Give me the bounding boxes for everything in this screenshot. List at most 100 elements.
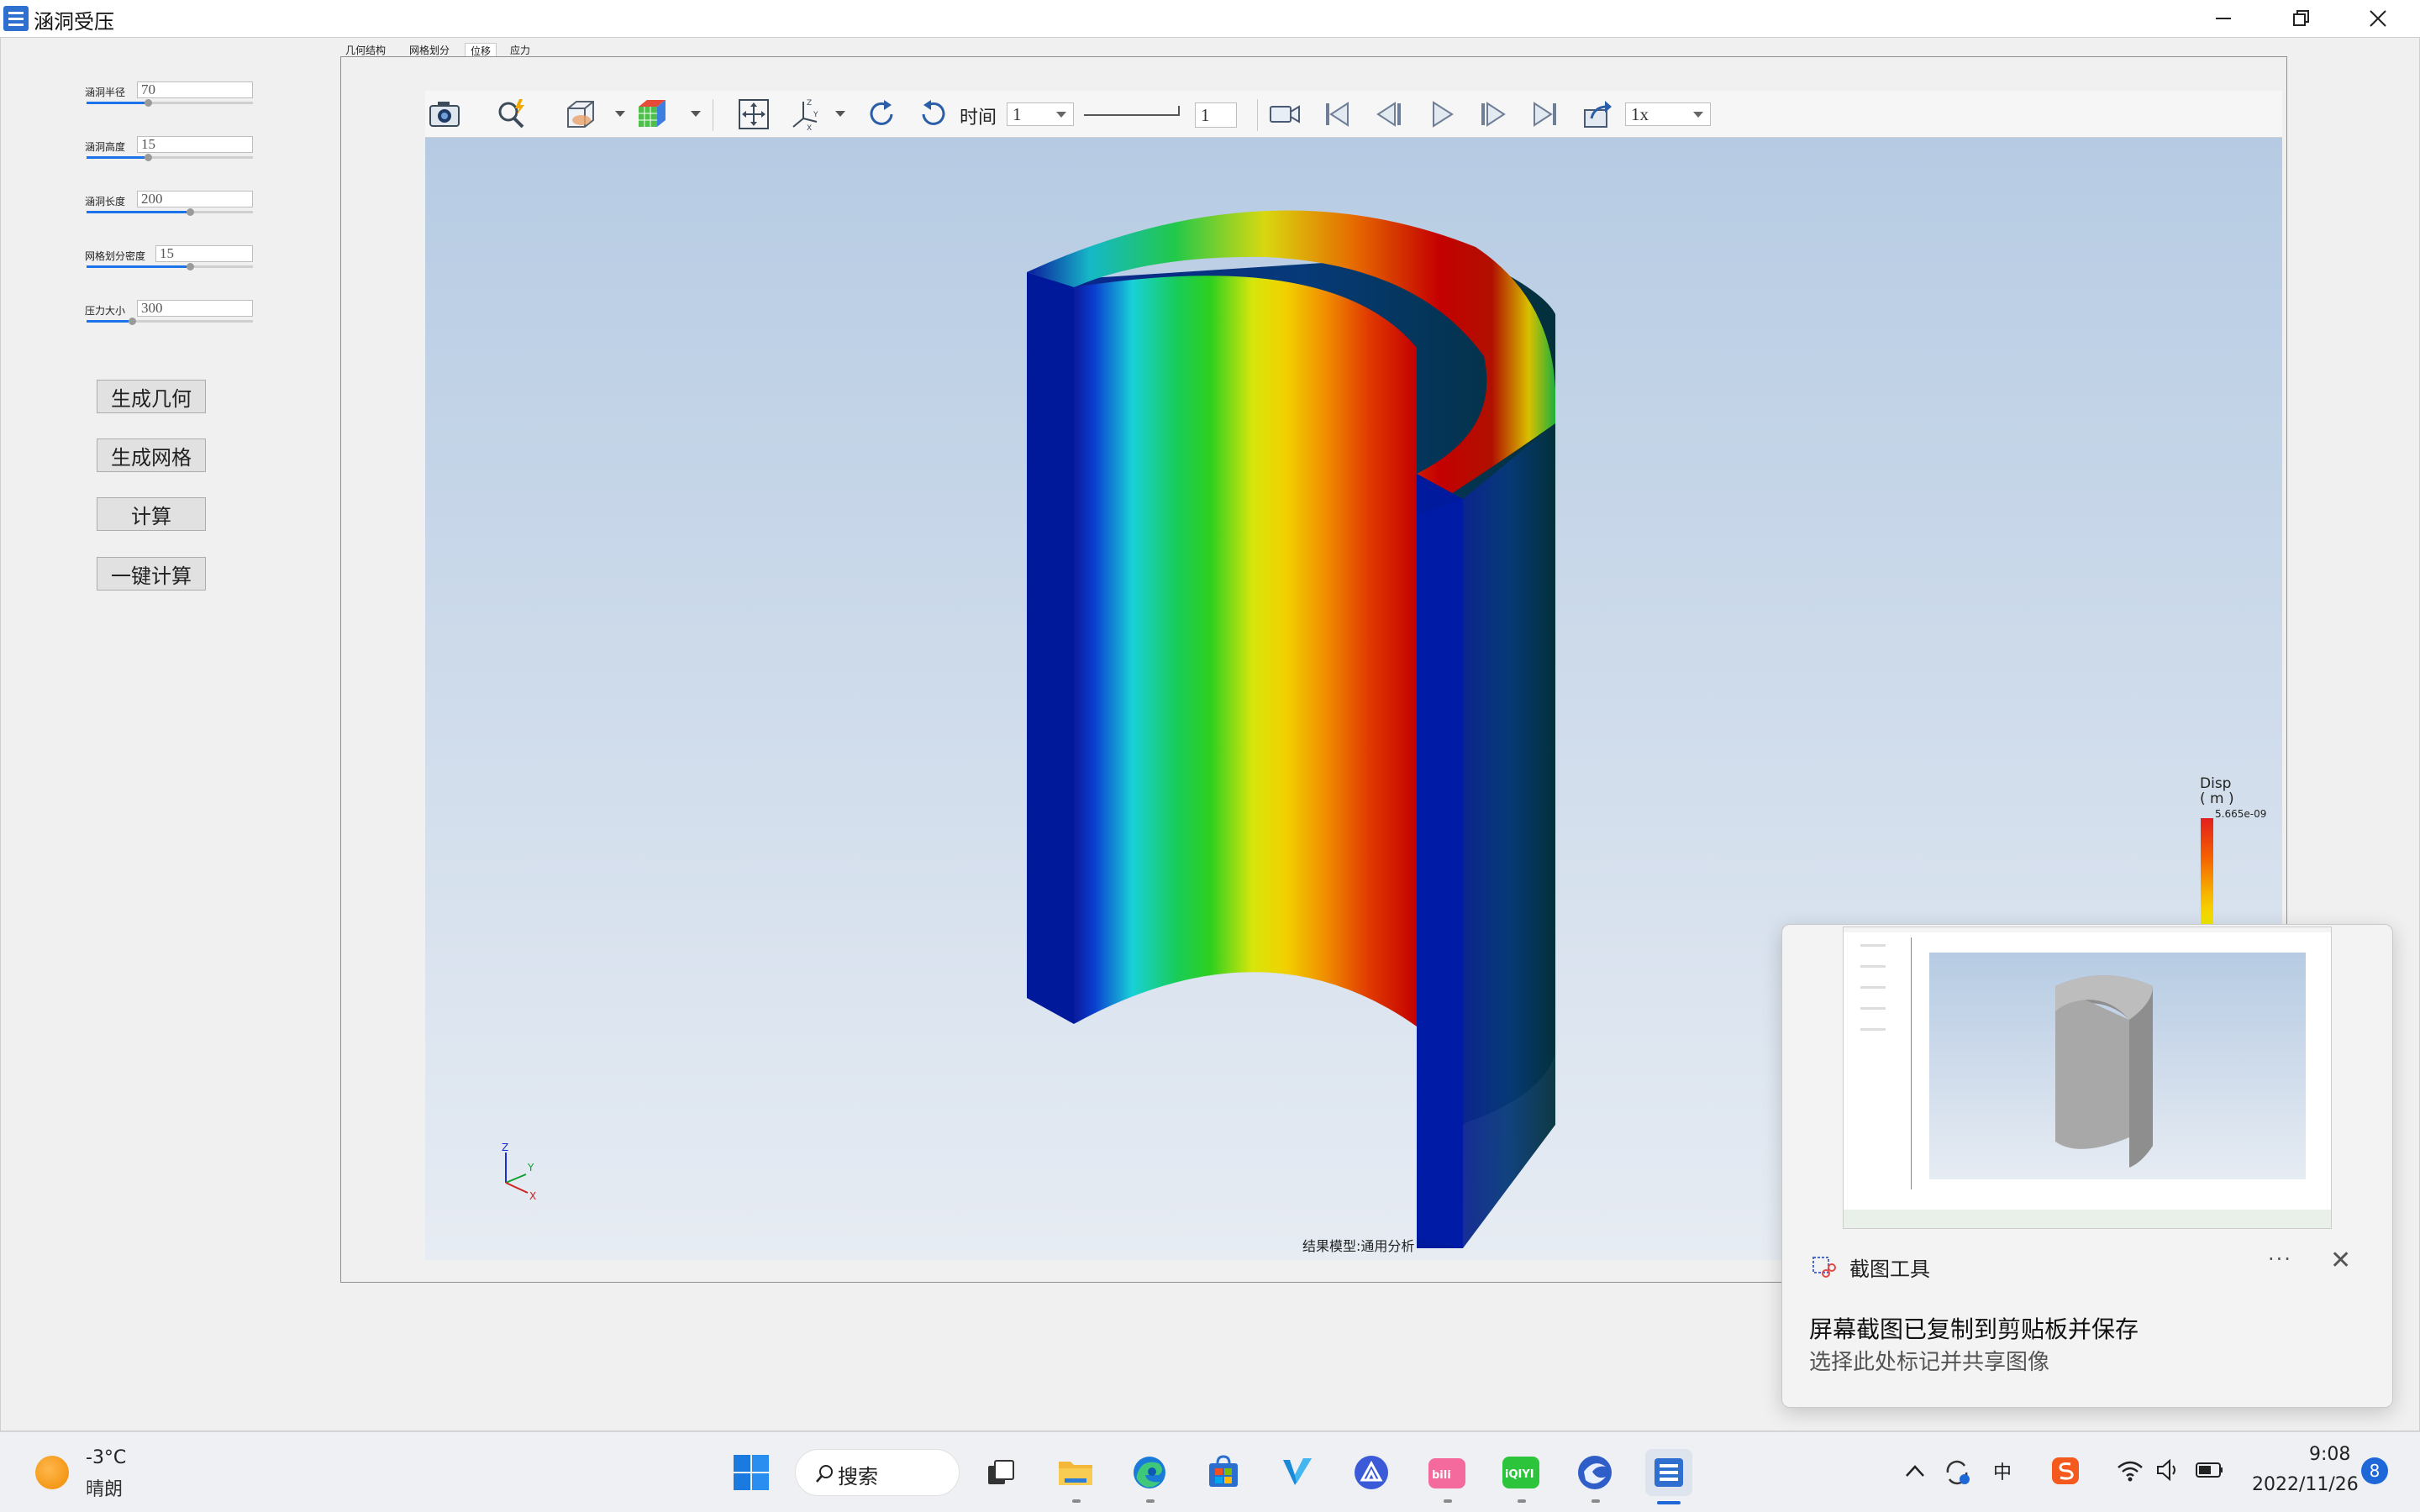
- restore-button[interactable]: [2262, 0, 2339, 37]
- close-button[interactable]: [2339, 0, 2417, 37]
- clip-box-icon: [567, 101, 594, 128]
- generate-geometry-button[interactable]: 生成几何: [97, 380, 206, 413]
- length-input[interactable]: 200: [137, 191, 253, 207]
- pressure-input[interactable]: 300: [137, 300, 253, 317]
- generate-mesh-button[interactable]: 生成网格: [97, 438, 206, 472]
- taskbar-search[interactable]: 搜索: [795, 1449, 960, 1496]
- mesh-density-input[interactable]: 15: [155, 245, 253, 262]
- sogou-icon[interactable]: [2050, 1456, 2081, 1486]
- next-frame-button[interactable]: [1474, 96, 1512, 133]
- store-icon: [1209, 1455, 1238, 1487]
- culvert-app-button[interactable]: [1645, 1449, 1692, 1496]
- battery-icon[interactable]: [2195, 1461, 2225, 1479]
- wifi-icon[interactable]: [2116, 1457, 2144, 1483]
- height-input[interactable]: 15: [137, 136, 253, 153]
- notification-app-name: 截图工具: [1849, 1257, 1930, 1281]
- frame-spinbox[interactable]: 1: [1195, 102, 1237, 128]
- fit-view-button[interactable]: [734, 96, 773, 133]
- rotate-ccw-icon: [922, 100, 945, 125]
- last-frame-button[interactable]: [1526, 96, 1565, 133]
- snip-notification[interactable]: 截图工具 ··· ✕ 屏幕截图已复制到剪贴板并保存 选择此处标记并共享图像: [1781, 924, 2393, 1408]
- swirl-app-button[interactable]: [1571, 1449, 1618, 1496]
- pressure-slider[interactable]: [87, 318, 253, 325]
- ime-indicator[interactable]: 中: [1993, 1457, 2012, 1484]
- length-slider[interactable]: [87, 208, 253, 216]
- svg-text:bili: bili: [1432, 1469, 1451, 1482]
- time-select[interactable]: 1: [1007, 102, 1074, 126]
- time-label: 时间: [960, 108, 997, 129]
- chevron-down-icon[interactable]: [615, 111, 625, 117]
- rotate-cw-button[interactable]: [862, 96, 901, 133]
- color-map-button[interactable]: [632, 96, 671, 133]
- notification-body[interactable]: 选择此处标记并共享图像: [1809, 1345, 2049, 1376]
- start-button[interactable]: [728, 1449, 775, 1496]
- search-label: 搜索: [838, 1465, 878, 1488]
- chevron-down-icon[interactable]: [835, 111, 845, 117]
- screenshot-thumbnail[interactable]: [1843, 927, 2332, 1229]
- task-view-icon: [988, 1460, 1014, 1484]
- first-frame-icon: [1326, 102, 1349, 127]
- screenshot-button[interactable]: [425, 96, 464, 133]
- minimize-icon: [2216, 18, 2231, 19]
- svg-text:iQIYI: iQIYI: [1505, 1468, 1534, 1481]
- minimize-button[interactable]: [2185, 0, 2262, 37]
- record-button[interactable]: [1265, 96, 1304, 133]
- legend-max-value: 5.665e-09: [2215, 808, 2267, 820]
- sync-icon[interactable]: [1941, 1456, 1973, 1488]
- app-a-button[interactable]: [1348, 1449, 1395, 1496]
- param-label: 压力大小: [85, 305, 126, 317]
- height-slider[interactable]: [87, 154, 253, 161]
- notification-headline: 屏幕截图已复制到剪贴板并保存: [1809, 1315, 2139, 1343]
- chevron-down-icon[interactable]: [691, 111, 701, 117]
- mesh-density-slider[interactable]: [87, 263, 253, 270]
- first-frame-button[interactable]: [1318, 96, 1356, 133]
- weather-sun-icon[interactable]: [35, 1456, 69, 1489]
- notification-close-button[interactable]: ✕: [2330, 1246, 2351, 1275]
- frame-slider[interactable]: [1084, 104, 1185, 124]
- export-button[interactable]: [1578, 96, 1617, 133]
- edge-button[interactable]: [1126, 1449, 1173, 1496]
- compute-button[interactable]: 计算: [97, 497, 206, 531]
- more-options-button[interactable]: ···: [2268, 1247, 2292, 1271]
- vcode-button[interactable]: [1274, 1449, 1321, 1496]
- prev-frame-button[interactable]: [1370, 96, 1408, 133]
- running-indicator: [1444, 1499, 1452, 1503]
- app-a-icon: [1355, 1456, 1388, 1489]
- edge-icon: [1134, 1457, 1165, 1488]
- one-click-compute-button[interactable]: 一键计算: [97, 557, 206, 591]
- clip-button[interactable]: [561, 96, 600, 133]
- weather-description[interactable]: 晴朗: [86, 1474, 123, 1501]
- legend-unit: ( m ): [2200, 790, 2234, 807]
- running-indicator: [1072, 1499, 1081, 1503]
- play-button[interactable]: [1422, 96, 1460, 133]
- axes-icon: ZYX: [792, 99, 818, 132]
- param-label: 网格划分密度: [85, 250, 146, 262]
- rotate-ccw-button[interactable]: [914, 96, 953, 133]
- axes-triad: Z Y X: [502, 1142, 536, 1202]
- file-explorer-button[interactable]: [1052, 1449, 1099, 1496]
- close-icon: [2370, 10, 2386, 27]
- store-button[interactable]: [1200, 1449, 1247, 1496]
- speed-select[interactable]: 1x: [1625, 102, 1711, 126]
- zoom-magnifier-icon: [498, 99, 524, 129]
- notification-badge[interactable]: 8: [2361, 1457, 2388, 1484]
- task-view-button[interactable]: [978, 1449, 1025, 1496]
- iqiyi-button[interactable]: iQIYI: [1497, 1449, 1544, 1496]
- play-icon: [1433, 101, 1454, 128]
- param-label: 涵洞半径: [85, 87, 126, 98]
- rotate-cw-icon: [870, 100, 893, 125]
- weather-temperature[interactable]: -3°C: [86, 1447, 126, 1468]
- radius-slider[interactable]: [87, 99, 253, 107]
- axes-button[interactable]: ZYX: [786, 96, 825, 133]
- clock-date[interactable]: 2022/11/26: [2252, 1474, 2359, 1495]
- running-indicator: [1146, 1499, 1155, 1503]
- bilibili-button[interactable]: bili: [1423, 1449, 1470, 1496]
- chevron-up-icon[interactable]: [1904, 1462, 1926, 1479]
- zoom-button[interactable]: [492, 96, 531, 133]
- volume-icon[interactable]: [2154, 1457, 2181, 1483]
- clock-time[interactable]: 9:08: [2309, 1444, 2350, 1465]
- culvert-app-icon: [1655, 1458, 1683, 1487]
- radius-input[interactable]: 70: [137, 81, 253, 98]
- active-indicator: [1657, 1501, 1681, 1504]
- param-label: 涵洞高度: [85, 141, 126, 153]
